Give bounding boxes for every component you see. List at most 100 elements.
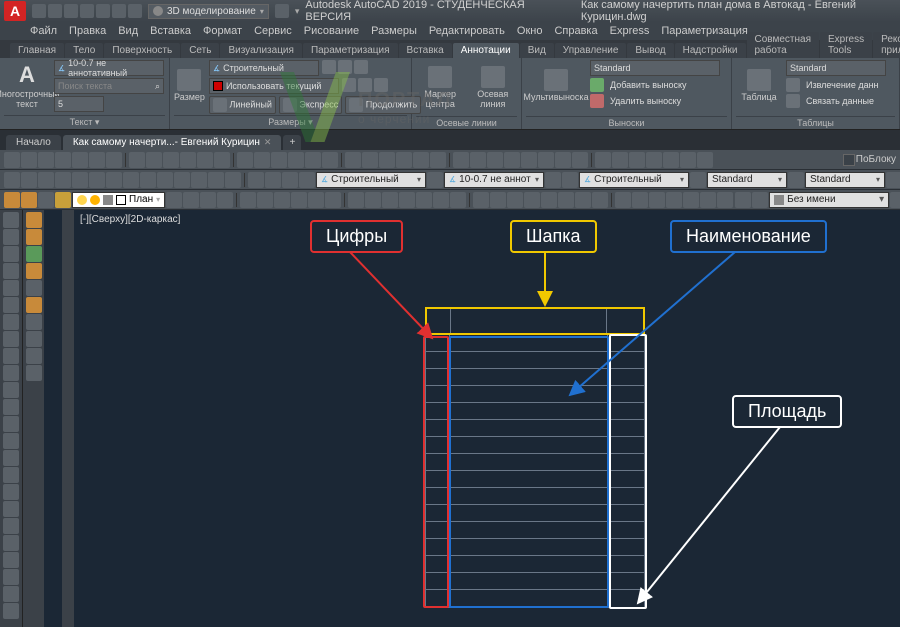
modify-tool-icon[interactable] [26, 365, 42, 381]
menu-item[interactable]: Параметризация [661, 25, 747, 37]
group-name-dropdown[interactable]: Без имени ▾ [769, 192, 889, 208]
app-menu-button[interactable]: A [4, 1, 26, 21]
modify-tool-icon[interactable] [26, 331, 42, 347]
toolbar-icon[interactable] [663, 152, 679, 168]
qat-new-icon[interactable] [32, 4, 46, 18]
toolbar-icon[interactable] [629, 152, 645, 168]
modify-tool-icon[interactable] [26, 229, 42, 245]
ribbon-tab[interactable]: Вывод [627, 43, 673, 58]
dim-tool-icon[interactable] [322, 60, 336, 74]
toolbar-icon[interactable] [345, 152, 361, 168]
menu-item[interactable]: Express [610, 25, 650, 37]
toolbar-icon[interactable] [632, 192, 648, 208]
draw-tool-icon[interactable] [3, 297, 19, 313]
toolbar-icon[interactable] [38, 152, 54, 168]
draw-tool-icon[interactable] [3, 450, 19, 466]
draw-tool-icon[interactable] [3, 433, 19, 449]
remove-leader-button[interactable]: Удалить выноску [607, 95, 684, 107]
doc-tab-start[interactable]: Начало [6, 135, 61, 150]
toolbar-icon[interactable] [180, 152, 196, 168]
dim-tool-icon[interactable] [354, 60, 368, 74]
centerline-button[interactable]: Осевая линия [469, 62, 518, 114]
toolbar-icon[interactable] [21, 152, 37, 168]
toolbar-icon[interactable] [413, 152, 429, 168]
toolbar-icon[interactable] [72, 152, 88, 168]
ribbon-tab-active[interactable]: Аннотации [453, 43, 519, 58]
draw-tool-icon[interactable] [3, 467, 19, 483]
dim-icon[interactable] [545, 172, 561, 188]
toolbar-icon[interactable] [254, 152, 270, 168]
dim-tool-icon[interactable] [342, 78, 356, 92]
modify-tool-icon[interactable] [265, 172, 281, 188]
toolbar-icon[interactable] [271, 152, 287, 168]
toolbar-icon[interactable] [595, 152, 611, 168]
dim-icon[interactable] [562, 172, 578, 188]
draw-tool-icon[interactable] [106, 172, 122, 188]
toolbar-icon[interactable] [214, 152, 230, 168]
toolbar-icon[interactable] [146, 152, 162, 168]
toolbar-icon[interactable] [129, 152, 145, 168]
close-icon[interactable]: ✕ [264, 137, 272, 148]
toolbar-icon[interactable] [592, 192, 608, 208]
text-height-input[interactable]: 5 [54, 96, 104, 112]
toolbar-icon[interactable] [558, 192, 574, 208]
group-icon[interactable] [890, 192, 900, 208]
menu-item[interactable]: Размеры [371, 25, 417, 37]
draw-tool-icon[interactable] [72, 172, 88, 188]
mtext-button[interactable]: A Многострочный текст [4, 60, 50, 112]
draw-tool-icon[interactable] [55, 172, 71, 188]
menu-item[interactable]: Редактировать [429, 25, 505, 37]
menu-item[interactable]: Справка [554, 25, 597, 37]
panel-title[interactable]: Выноски [526, 116, 727, 129]
draw-tool-icon[interactable] [3, 586, 19, 602]
layer-tool-icon[interactable] [166, 192, 182, 208]
ribbon-tab[interactable]: Главная [10, 43, 64, 58]
draw-tool-icon[interactable] [140, 172, 156, 188]
quick-dim-button[interactable]: Экспресс [279, 96, 342, 114]
draw-tool-icon[interactable] [191, 172, 207, 188]
toolbar-icon[interactable] [240, 192, 256, 208]
modify-tool-icon[interactable] [26, 314, 42, 330]
ribbon-tab[interactable]: Тело [65, 43, 103, 58]
toolbar-icon[interactable] [507, 192, 523, 208]
ribbon-tab[interactable]: Управление [555, 43, 627, 58]
modify-tool-icon[interactable] [299, 172, 315, 188]
group-icon[interactable] [752, 192, 768, 208]
qat-open-icon[interactable] [48, 4, 62, 18]
dim-icon[interactable] [427, 172, 443, 188]
center-mark-button[interactable]: Маркер центра [416, 62, 465, 114]
style-dropdown[interactable]: ∡Строительный▾ [579, 172, 689, 188]
toolbar-icon[interactable] [55, 152, 71, 168]
layer-freeze-icon[interactable] [38, 192, 54, 208]
toolbar-icon[interactable] [288, 152, 304, 168]
toolbar-icon[interactable] [700, 192, 716, 208]
toolbar-icon[interactable] [396, 152, 412, 168]
dim-icon[interactable] [788, 172, 804, 188]
toolbar-icon[interactable] [521, 152, 537, 168]
dimension-button[interactable]: Размер [174, 60, 205, 112]
style-dropdown[interactable]: ∡Строительный▾ [316, 172, 426, 188]
layer-icon[interactable] [21, 192, 37, 208]
toolbar-icon[interactable] [717, 192, 733, 208]
dim-style-dropdown[interactable]: ∡Строительный [209, 60, 319, 76]
group-icon[interactable] [735, 192, 751, 208]
table-style-dropdown[interactable]: Standard [786, 60, 886, 76]
toolbar-icon[interactable] [470, 152, 486, 168]
toolbar-icon[interactable] [325, 192, 341, 208]
draw-tool-icon[interactable] [3, 263, 19, 279]
toolbar-icon[interactable] [473, 192, 489, 208]
link-data-button[interactable]: Связать данные [803, 95, 877, 107]
draw-tool-icon[interactable] [3, 552, 19, 568]
draw-tool-icon[interactable] [225, 172, 241, 188]
toolbar-icon[interactable] [237, 152, 253, 168]
panel-title[interactable]: Размеры ▾ [174, 115, 407, 129]
qat-share-icon[interactable] [275, 4, 289, 18]
style-dropdown[interactable]: Standard▾ [707, 172, 787, 188]
draw-tool-icon[interactable] [89, 172, 105, 188]
draw-tool-icon[interactable] [208, 172, 224, 188]
toolbar-icon[interactable] [541, 192, 557, 208]
menu-item[interactable]: Вид [118, 25, 138, 37]
panel-handle[interactable] [62, 210, 74, 627]
draw-tool-icon[interactable] [3, 484, 19, 500]
qat-plot-icon[interactable] [96, 4, 110, 18]
